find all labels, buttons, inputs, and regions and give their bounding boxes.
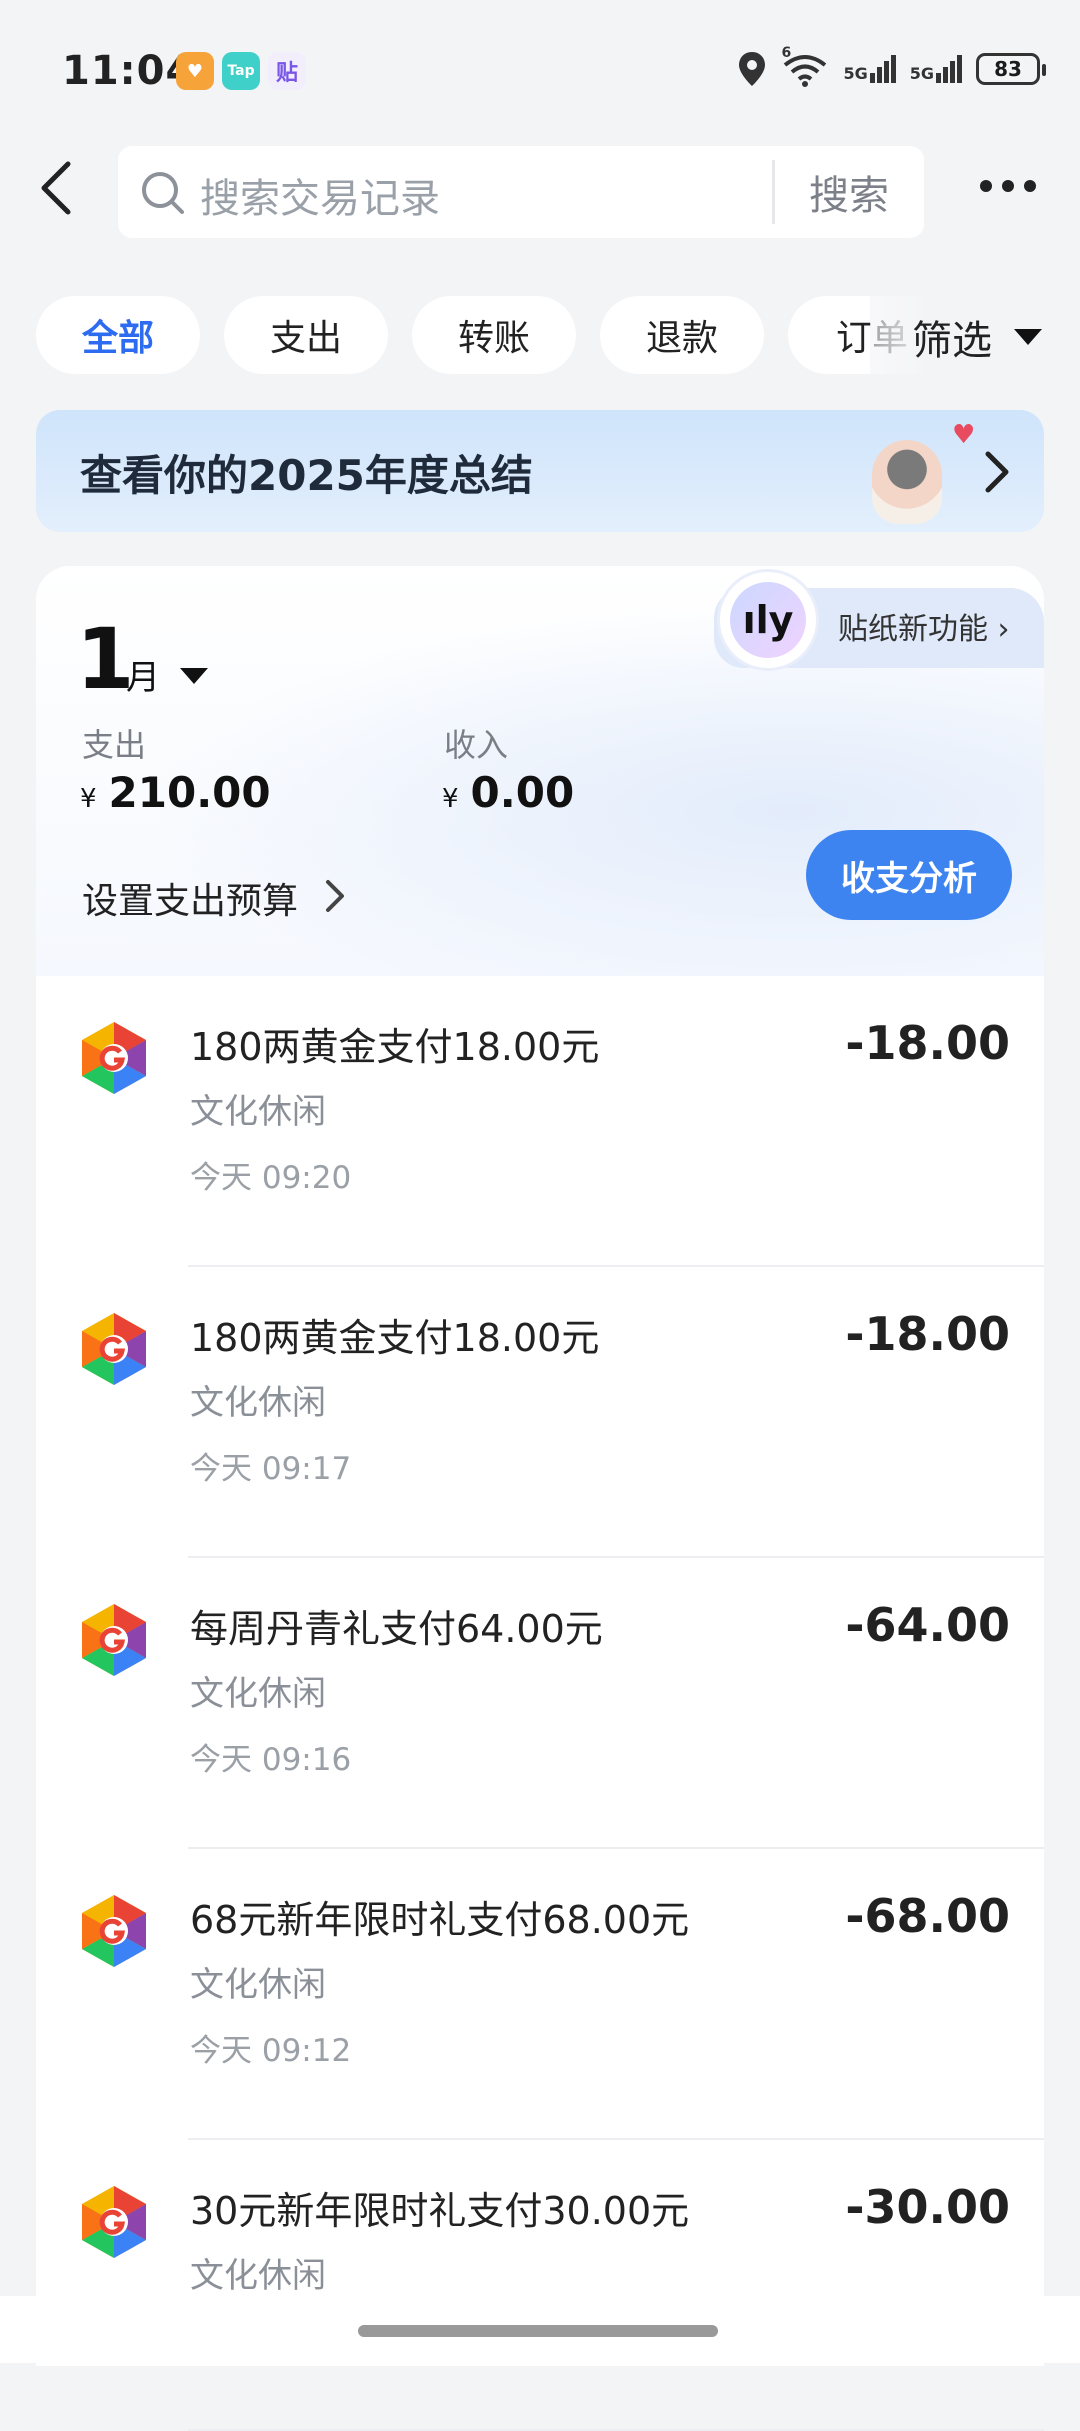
transaction-time: 今天 09:20 xyxy=(190,1160,352,1196)
transaction-title: 180两黄金支付18.00元 xyxy=(190,1025,600,1069)
transaction-category: 文化休闲 xyxy=(190,1383,326,1423)
transaction-time: 今天 09:12 xyxy=(190,2033,352,2069)
chip-transfer[interactable]: 转账 xyxy=(412,296,576,374)
taptap-app-icon: Tap xyxy=(222,52,260,90)
chevron-right-icon xyxy=(985,451,1009,493)
chip-expense[interactable]: 支出 xyxy=(224,296,388,374)
currency-symbol: ¥ xyxy=(80,784,97,814)
back-button[interactable] xyxy=(32,156,88,220)
merchant-logo-icon xyxy=(82,1604,146,1676)
status-indicators: 6 5G 5G 83 xyxy=(737,45,1046,88)
search-divider xyxy=(772,160,775,224)
month-unit[interactable]: 月 xyxy=(126,650,160,699)
sticker-feature-label: 贴纸新功能 xyxy=(838,612,988,647)
dot-icon xyxy=(980,180,992,192)
merchant-logo-icon xyxy=(82,2186,146,2258)
transaction-category: 文化休闲 xyxy=(190,1092,326,1132)
transaction-title: 180两黄金支付18.00元 xyxy=(190,1316,600,1360)
transaction-amount: -64.00 xyxy=(845,1598,1010,1652)
transaction-amount: -18.00 xyxy=(845,1307,1010,1361)
sticker-feature-link[interactable]: 贴纸新功能 › xyxy=(838,604,1010,648)
character-sticker-icon xyxy=(872,440,942,524)
wifi-label: 6 xyxy=(781,45,792,61)
signal-icon-2: 5G xyxy=(910,55,962,83)
caret-down-icon[interactable] xyxy=(180,668,208,684)
chevron-left-icon xyxy=(41,161,71,215)
chevron-right-icon: › xyxy=(997,612,1010,647)
banner-title: 查看你的2025年度总结 xyxy=(80,451,533,500)
income-expense-analysis-button[interactable]: 收支分析 xyxy=(806,830,1012,920)
chip-all[interactable]: 全部 xyxy=(36,296,200,374)
smiley-sticker-icon: ıly xyxy=(730,582,806,658)
set-budget-link[interactable]: 设置支出预算 xyxy=(82,872,298,924)
home-indicator[interactable] xyxy=(358,2325,718,2337)
transaction-title: 68元新年限时礼支付68.00元 xyxy=(190,1898,690,1942)
transaction-category: 文化休闲 xyxy=(190,1965,326,2005)
signal-1-label: 5G xyxy=(843,64,868,83)
transaction-time: 今天 09:16 xyxy=(190,1742,352,1778)
status-time: 11:04 xyxy=(62,48,195,94)
chevron-right-icon xyxy=(326,880,344,912)
income-label: 收入 xyxy=(444,726,509,764)
transaction-time: 今天 09:17 xyxy=(190,1451,352,1487)
merchant-logo-icon xyxy=(82,1895,146,1967)
income-value: 0.00 xyxy=(470,768,575,817)
transaction-title: 每周丹青礼支付64.00元 xyxy=(190,1607,603,1651)
merchant-logo-icon xyxy=(82,1313,146,1385)
currency-symbol: ¥ xyxy=(442,784,459,814)
transaction-category: 文化休闲 xyxy=(190,2256,326,2296)
merchant-logo-icon xyxy=(82,1022,146,1094)
expense-total: ¥210.00 xyxy=(80,768,271,817)
filter-button[interactable]: 筛选 xyxy=(912,308,992,366)
chip-refund[interactable]: 退款 xyxy=(600,296,764,374)
search-icon xyxy=(142,172,184,214)
dot-icon xyxy=(1002,180,1014,192)
transaction-title: 30元新年限时礼支付30.00元 xyxy=(190,2189,690,2233)
transaction-row[interactable]: 68元新年限时礼支付68.00元 文化休闲 今天 09:12 -68.00 xyxy=(36,1849,1044,2140)
signal-icon-1: 5G xyxy=(843,55,896,83)
more-options-button[interactable] xyxy=(980,180,1036,192)
transaction-row[interactable]: 180两黄金支付18.00元 文化休闲 今天 09:20 -18.00 xyxy=(36,976,1044,1267)
transaction-row[interactable]: 每周丹青礼支付64.00元 文化休闲 今天 09:16 -64.00 xyxy=(36,1558,1044,1849)
caret-down-icon xyxy=(1014,329,1042,345)
battery-icon: 83 xyxy=(976,53,1046,85)
search-button[interactable]: 搜索 xyxy=(782,150,916,234)
search-input[interactable]: 搜索交易记录 xyxy=(200,166,440,224)
income-total: ¥0.00 xyxy=(442,768,574,817)
wifi-icon: 6 xyxy=(781,45,829,87)
battery-level: 83 xyxy=(994,57,1022,81)
transaction-category: 文化休闲 xyxy=(190,1674,326,1714)
location-icon xyxy=(739,52,766,86)
expense-label: 支出 xyxy=(82,726,147,764)
dot-icon xyxy=(1024,180,1036,192)
transaction-row[interactable]: 180两黄金支付18.00元 文化休闲 今天 09:17 -18.00 xyxy=(36,1267,1044,1558)
heart-app-icon: ♥ xyxy=(176,52,214,90)
heart-icon: ♥ xyxy=(952,420,976,450)
transaction-row[interactable]: 30元新年限时礼支付30.00元 文化休闲 -30.00 xyxy=(36,2140,1044,2431)
signal-2-label: 5G xyxy=(909,64,934,83)
expense-value: 210.00 xyxy=(108,768,271,817)
transaction-amount: -68.00 xyxy=(845,1889,1010,1943)
transaction-amount: -30.00 xyxy=(845,2180,1010,2234)
tie-app-icon: 贴 xyxy=(268,52,306,90)
transaction-amount: -18.00 xyxy=(845,1016,1010,1070)
sticker-avatar[interactable]: ıly xyxy=(720,572,816,668)
